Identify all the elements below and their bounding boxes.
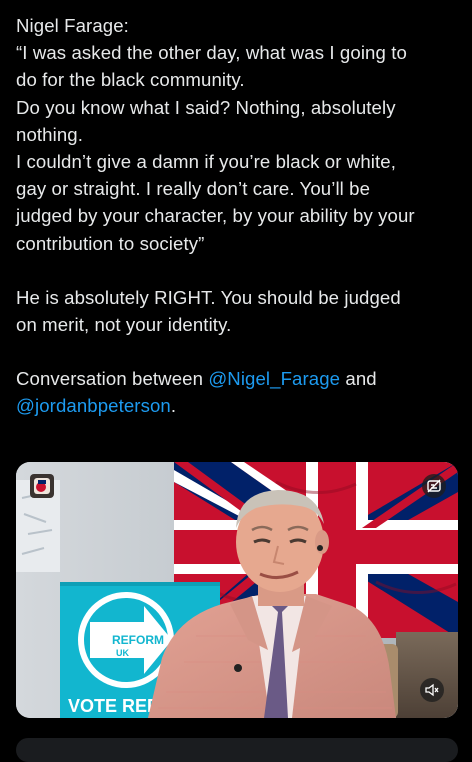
next-item-bar [16, 738, 458, 762]
conversation-line-2: @jordanbpeterson. [16, 392, 460, 419]
conversation-end: . [170, 395, 177, 417]
tweet-line: Do you know what I said? Nothing, absolu… [16, 96, 396, 118]
mention-jordanbpeterson[interactable]: @jordanbpeterson [16, 395, 171, 416]
opinion-line: He is absolutely RIGHT. You should be ju… [16, 286, 401, 308]
tweet-line: do for the black community. [16, 69, 245, 91]
mention-nigel-farage[interactable]: @Nigel_Farage [208, 368, 340, 389]
channel-avatar-icon[interactable] [30, 474, 54, 498]
tweet-line: “I was asked the other day, what was I g… [16, 42, 407, 64]
reform-brand-text: REFORM [112, 633, 164, 647]
earpiece [317, 545, 323, 551]
video-thumbnail[interactable]: REFORM UK VOTE REF [16, 462, 458, 718]
tweet-line: judged by your character, by your abilit… [16, 205, 415, 227]
captions-icon[interactable] [422, 474, 446, 498]
reform-brand-sub: UK [116, 648, 129, 658]
tweet-text: Nigel Farage: “I was asked the other day… [16, 12, 460, 420]
tweet-line: gay or straight. I really don’t care. Yo… [16, 178, 371, 200]
mute-icon[interactable] [420, 678, 444, 702]
tweet-line: Nigel Farage: [16, 15, 129, 36]
chair [396, 632, 458, 718]
tweet-line: contribution to society” [16, 232, 205, 254]
conversation-line: Conversation between @Nigel_Farage and [16, 365, 460, 392]
lapel-mic [234, 664, 242, 672]
conversation-and: and [345, 368, 377, 390]
tweet-line: I couldn’t give a damn if you’re black o… [16, 151, 396, 173]
conversation-prefix: Conversation between [16, 368, 204, 390]
tweet-line: nothing. [16, 123, 83, 145]
vote-reform-text: VOTE REF [68, 696, 158, 716]
video-scene: REFORM UK VOTE REF [16, 462, 458, 718]
opinion-line: on merit, not your identity. [16, 314, 232, 336]
